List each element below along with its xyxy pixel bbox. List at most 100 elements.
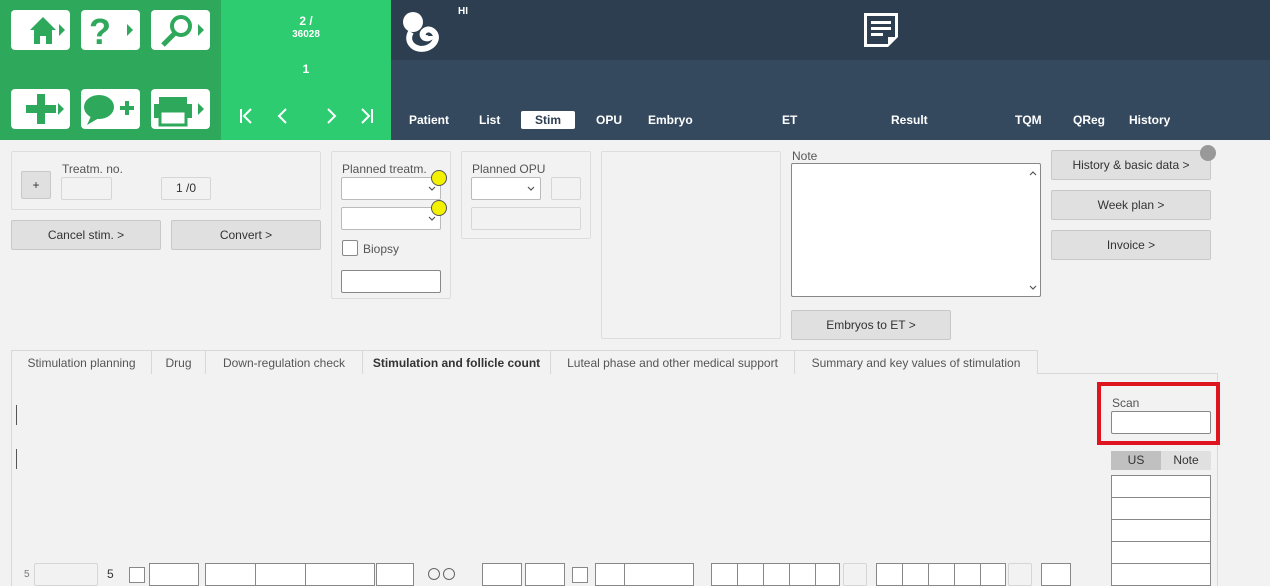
invoice-button[interactable]: Invoice > (1051, 230, 1211, 260)
print-button[interactable] (151, 89, 210, 129)
home-icon (30, 17, 65, 44)
row-cell[interactable] (624, 563, 694, 586)
planned-opu-label: Planned OPU (472, 162, 546, 176)
row-cell-disabled (843, 563, 867, 586)
row-cell[interactable] (255, 563, 306, 586)
row-cell-disabled (1008, 563, 1032, 586)
row-cell[interactable] (737, 563, 764, 586)
treatment-count: 1 /0 (161, 177, 211, 200)
tab-result[interactable]: Result (885, 111, 934, 129)
row-cell[interactable] (205, 563, 256, 586)
scan-row[interactable] (1111, 563, 1211, 586)
divider (16, 405, 17, 425)
status-indicator-1 (431, 170, 447, 186)
scan-row[interactable] (1111, 497, 1211, 520)
record-sub-index: 1 (302, 62, 310, 76)
embryos-to-et-button[interactable]: Embryos to ET > (791, 310, 951, 340)
row-cell[interactable] (711, 563, 738, 586)
tab-tqm[interactable]: TQM (1009, 111, 1048, 129)
chevron-down-icon (428, 186, 436, 191)
row-cell[interactable] (482, 563, 522, 586)
scan-row[interactable] (1111, 519, 1211, 542)
subtab-down-regulation[interactable]: Down-regulation check (205, 350, 363, 374)
last-record-icon[interactable] (357, 106, 377, 126)
note-toggle[interactable]: Note (1161, 451, 1211, 470)
scan-row[interactable] (1111, 541, 1211, 564)
help-button[interactable]: ? (81, 10, 140, 50)
tab-opu[interactable]: OPU (590, 111, 628, 129)
divider (16, 449, 17, 469)
row-checkbox[interactable] (572, 567, 588, 583)
planned-treatm-label: Planned treatm. (342, 162, 427, 176)
add-treatment-button[interactable]: + (21, 171, 51, 199)
scroll-up-icon[interactable] (1029, 170, 1037, 176)
cancel-stim-button[interactable]: Cancel stim. > (11, 220, 161, 250)
history-basic-data-button[interactable]: History & basic data > (1051, 150, 1211, 180)
tab-list[interactable]: List (473, 111, 506, 129)
tab-qreg[interactable]: QReg (1067, 111, 1111, 129)
tab-et[interactable]: ET (776, 111, 803, 129)
chevron-down-icon (428, 216, 436, 221)
search-button[interactable] (151, 10, 210, 50)
radio-option[interactable] (443, 568, 455, 580)
us-toggle[interactable]: US (1111, 451, 1161, 470)
subtab-content (11, 373, 1218, 586)
record-total: 36028 (292, 29, 320, 40)
scan-input[interactable] (1111, 411, 1211, 434)
row-checkbox[interactable] (129, 567, 145, 583)
row-day: 5 (107, 567, 114, 581)
tab-embryo[interactable]: Embryo (642, 111, 699, 129)
row-cell[interactable] (902, 563, 929, 586)
treatm-no-field[interactable] (61, 177, 112, 200)
row-cell[interactable] (763, 563, 790, 586)
tab-history[interactable]: History (1123, 111, 1176, 129)
row-cell[interactable] (876, 563, 903, 586)
subtab-stimulation-planning[interactable]: Stimulation planning (11, 350, 152, 374)
subtab-drug[interactable]: Drug (151, 350, 206, 374)
question-icon: ? (89, 11, 133, 50)
note-textarea[interactable] (791, 163, 1041, 297)
comment-add-icon (84, 95, 134, 125)
add-button[interactable] (11, 89, 70, 129)
record-navigator: 2 / 36028 1 (221, 0, 391, 140)
scan-row[interactable] (1111, 475, 1211, 498)
biopsy-checkbox[interactable] (342, 240, 358, 256)
first-record-icon[interactable] (237, 106, 257, 126)
row-cell[interactable] (789, 563, 816, 586)
row-cell[interactable] (980, 563, 1006, 586)
home-button[interactable] (11, 10, 70, 50)
next-record-icon[interactable] (321, 106, 341, 126)
row-cell[interactable] (305, 563, 375, 586)
row-cell[interactable] (376, 563, 414, 586)
subtab-summary[interactable]: Summary and key values of stimulation (794, 350, 1038, 374)
row-cell[interactable] (815, 563, 840, 586)
row-cell[interactable] (525, 563, 565, 586)
planned-treatm-select-1[interactable] (341, 177, 441, 200)
row-cell[interactable] (954, 563, 981, 586)
treatm-no-label: Treatm. no. (62, 162, 123, 176)
planned-treatm-select-2[interactable] (341, 207, 441, 230)
plus-icon (26, 94, 64, 124)
scan-label: Scan (1112, 396, 1140, 410)
row-cell[interactable] (149, 563, 199, 586)
week-plan-button[interactable]: Week plan > (1051, 190, 1211, 220)
subtab-luteal-phase[interactable]: Luteal phase and other medical support (550, 350, 795, 374)
planned-treatm-text[interactable] (341, 270, 441, 293)
radio-option[interactable] (428, 568, 440, 580)
subtab-stimulation-follicle-count[interactable]: Stimulation and follicle count (362, 350, 551, 374)
tab-patient[interactable]: Patient (403, 111, 455, 129)
row-cell[interactable] (595, 563, 625, 586)
notes-icon[interactable] (860, 9, 902, 51)
tab-stim[interactable]: Stim (521, 111, 576, 129)
scroll-down-icon[interactable] (1029, 285, 1037, 291)
patient-initials: HI (458, 6, 468, 17)
row-cell[interactable] (1041, 563, 1071, 586)
note-label: Note (792, 149, 818, 163)
printer-icon (154, 97, 204, 127)
row-cell[interactable] (928, 563, 955, 586)
planned-opu-select[interactable] (471, 177, 541, 200)
previous-record-icon[interactable] (273, 106, 293, 126)
convert-button[interactable]: Convert > (171, 220, 321, 250)
search-icon (161, 15, 204, 47)
add-comment-button[interactable] (81, 89, 140, 129)
